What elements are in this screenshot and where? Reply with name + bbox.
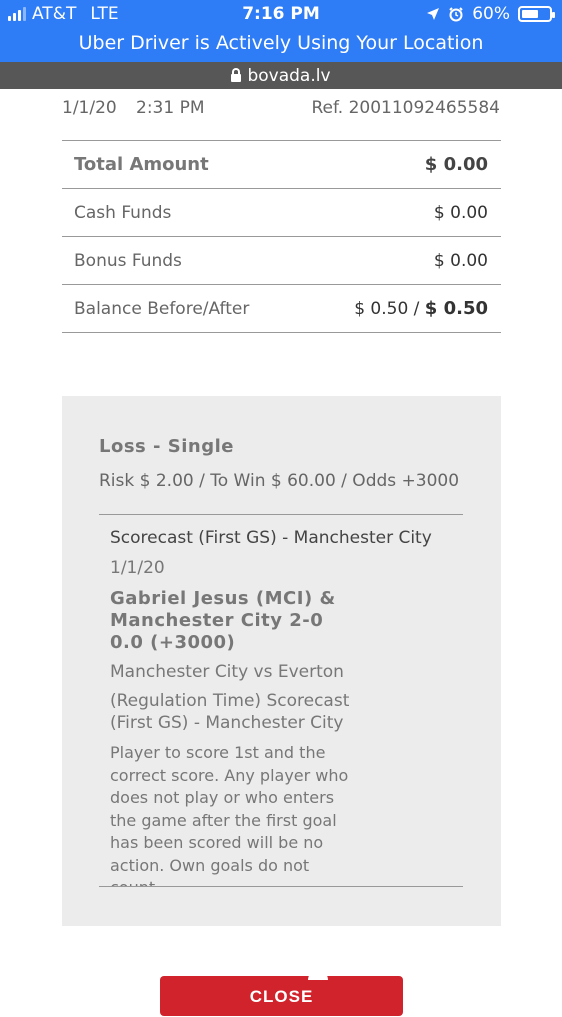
transaction-date: 1/1/20 xyxy=(62,98,117,118)
lock-icon xyxy=(231,67,242,82)
cash-funds-label: Cash Funds xyxy=(74,202,172,223)
location-in-use-banner[interactable]: Uber Driver is Actively Using Your Locat… xyxy=(0,32,562,54)
location-arrow-icon xyxy=(427,8,440,20)
battery-icon xyxy=(518,6,555,22)
total-amount-value: $ 0.00 xyxy=(424,154,488,175)
cash-funds-value: $ 0.00 xyxy=(433,202,488,223)
balance-before-value: $ 0.50 / xyxy=(354,299,420,319)
cash-funds-row: Cash Funds $ 0.00 xyxy=(62,189,501,237)
bet-market: Scorecast (First GS) - Manchester City xyxy=(110,528,432,548)
bet-result: Loss - Single xyxy=(99,436,234,457)
divider-bottom xyxy=(99,886,463,887)
ios-status-bar: AT&T LTE 7:16 PM 60% Uber Driver is Acti… xyxy=(0,0,562,62)
total-amount-row: Total Amount $ 0.00 xyxy=(62,141,501,189)
divider-top xyxy=(99,514,463,515)
bet-selection: Gabriel Jesus (MCI) & Manchester City 2-… xyxy=(110,588,336,653)
bet-description: Player to score 1st and the correct scor… xyxy=(110,743,349,886)
bet-event: Manchester City vs Everton xyxy=(110,662,344,682)
url-bar[interactable]: bovada.lv xyxy=(0,62,562,89)
transaction-time: 2:31 PM xyxy=(136,98,205,118)
transaction-ref: Ref. 20011092465584 xyxy=(311,98,501,118)
balance-row: Balance Before/After $ 0.50 / $ 0.50 xyxy=(62,285,501,333)
bet-card: Loss - Single Risk $ 2.00 / To Win $ 60.… xyxy=(62,396,501,926)
bet-risk-line: Risk $ 2.00 / To Win $ 60.00 / Odds +300… xyxy=(99,471,460,491)
alarm-icon xyxy=(449,7,463,22)
bonus-funds-label: Bonus Funds xyxy=(74,250,182,271)
close-button-notch xyxy=(308,970,328,980)
bonus-funds-row: Bonus Funds $ 0.00 xyxy=(62,237,501,285)
bonus-funds-value: $ 0.00 xyxy=(433,250,488,271)
total-amount-label: Total Amount xyxy=(74,154,209,175)
bet-details[interactable]: Scorecast (First GS) - Manchester City 1… xyxy=(110,516,460,886)
transaction-summary: Total Amount $ 0.00 Cash Funds $ 0.00 Bo… xyxy=(62,140,501,333)
url-domain: bovada.lv xyxy=(247,65,331,86)
balance-label: Balance Before/After xyxy=(74,298,250,319)
bet-date: 1/1/20 xyxy=(110,558,165,578)
battery-percent: 60% xyxy=(472,4,510,24)
balance-after-value: $ 0.50 xyxy=(424,298,488,319)
balance-values: $ 0.50 / $ 0.50 xyxy=(354,298,488,319)
bet-period: (Regulation Time) Scorecast (First GS) -… xyxy=(110,691,350,733)
close-button[interactable]: CLOSE xyxy=(160,976,403,1016)
